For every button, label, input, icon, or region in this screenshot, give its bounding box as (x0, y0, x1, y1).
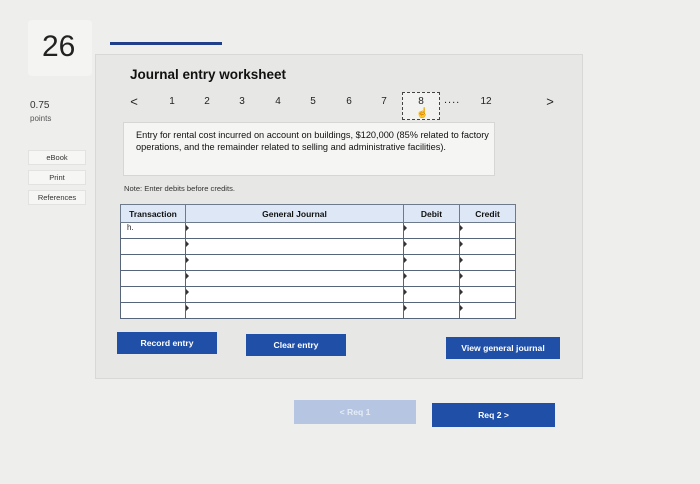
debit-input[interactable] (403, 254, 460, 271)
pager-page-last[interactable]: 12 (479, 96, 493, 107)
pager-page-current[interactable]: 8 ☝ (402, 92, 440, 120)
points-label: points (30, 114, 52, 123)
header-debit: Debit (403, 204, 460, 223)
table-row (120, 270, 516, 287)
transaction-cell[interactable]: h. (120, 222, 186, 239)
view-general-journal-button[interactable]: View general journal (446, 337, 560, 359)
transaction-cell[interactable] (120, 238, 186, 255)
clear-entry-button[interactable]: Clear entry (246, 334, 346, 356)
account-input[interactable] (185, 222, 404, 239)
table-row (120, 302, 516, 319)
debit-input[interactable] (403, 270, 460, 287)
table-row (120, 254, 516, 271)
header-transaction: Transaction (120, 204, 186, 223)
pager-page-7[interactable]: 7 (377, 96, 391, 107)
transaction-cell[interactable] (120, 254, 186, 271)
pager-page-1[interactable]: 1 (165, 96, 179, 107)
table-row (120, 286, 516, 303)
pager-current-label: 8 (418, 96, 424, 107)
journal-table: Transaction General Journal Debit Credit… (120, 204, 516, 319)
debit-input[interactable] (403, 302, 460, 319)
header-credit: Credit (459, 204, 516, 223)
credit-input[interactable] (459, 286, 516, 303)
account-input[interactable] (185, 302, 404, 319)
pager-ellipsis: .... (444, 94, 461, 106)
account-input[interactable] (185, 238, 404, 255)
references-link[interactable]: References (28, 190, 86, 205)
transaction-cell[interactable] (120, 270, 186, 287)
credit-input[interactable] (459, 222, 516, 239)
pager-page-3[interactable]: 3 (235, 96, 249, 107)
credit-input[interactable] (459, 302, 516, 319)
top-rule (110, 42, 222, 45)
hand-pointer-icon: ☝ (416, 108, 429, 119)
pager-page-2[interactable]: 2 (200, 96, 214, 107)
header-general-journal: General Journal (185, 204, 404, 223)
print-link[interactable]: Print (28, 170, 86, 185)
transaction-cell[interactable] (120, 286, 186, 303)
transaction-cell[interactable] (120, 302, 186, 319)
pager-next-icon[interactable]: > (543, 94, 557, 109)
entry-prompt: Entry for rental cost incurred on accoun… (123, 122, 495, 176)
debit-input[interactable] (403, 286, 460, 303)
record-entry-button[interactable]: Record entry (117, 332, 217, 354)
prev-requirement-button[interactable]: < Req 1 (294, 400, 416, 424)
question-number: 26 (42, 30, 76, 63)
pager-prev-icon[interactable]: < (127, 94, 141, 109)
debit-input[interactable] (403, 222, 460, 239)
entry-note: Note: Enter debits before credits. (124, 184, 236, 193)
table-row: h. (120, 222, 516, 239)
account-input[interactable] (185, 270, 404, 287)
next-requirement-button[interactable]: Req 2 > (432, 403, 555, 427)
credit-input[interactable] (459, 238, 516, 255)
pager-page-4[interactable]: 4 (271, 96, 285, 107)
ebook-link[interactable]: eBook (28, 150, 86, 165)
account-input[interactable] (185, 254, 404, 271)
account-input[interactable] (185, 286, 404, 303)
credit-input[interactable] (459, 254, 516, 271)
table-row (120, 238, 516, 255)
credit-input[interactable] (459, 270, 516, 287)
debit-input[interactable] (403, 238, 460, 255)
worksheet-title: Journal entry worksheet (130, 67, 287, 82)
pager-page-6[interactable]: 6 (342, 96, 356, 107)
pager-page-5[interactable]: 5 (306, 96, 320, 107)
points-value: 0.75 (30, 100, 50, 111)
